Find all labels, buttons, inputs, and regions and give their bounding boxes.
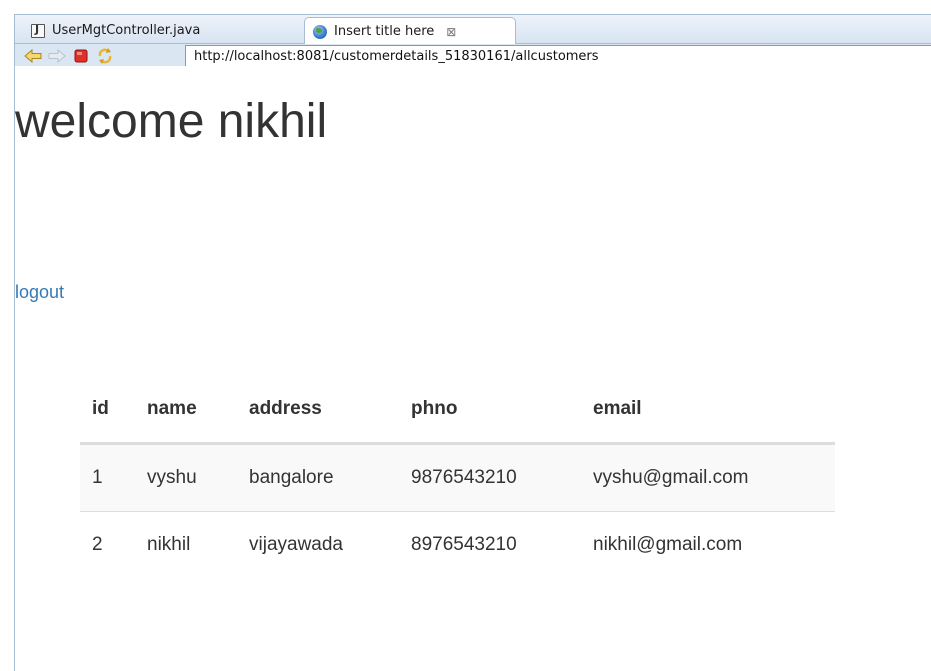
globe-icon: [313, 24, 327, 39]
browser-toolbar: [15, 44, 931, 67]
browser-window: UserMgtController.java Insert title here…: [0, 0, 931, 671]
table-header-row: id name address phno email: [80, 376, 835, 445]
column-header-id: id: [80, 376, 135, 445]
editor-tab-bar: UserMgtController.java Insert title here…: [14, 14, 931, 67]
page-content: welcome nikhil logout id name address ph…: [15, 66, 931, 671]
cell-address: vijayawada: [237, 511, 399, 578]
table-row: 1 vyshu bangalore 9876543210 vyshu@gmail…: [80, 443, 835, 512]
customer-table: id name address phno email 1 vyshu banga…: [80, 376, 835, 578]
close-icon[interactable]: ⊠: [446, 25, 456, 39]
column-header-email: email: [581, 376, 835, 445]
page-title: welcome nikhil: [15, 95, 328, 148]
cell-email: nikhil@gmail.com: [581, 511, 835, 578]
logout-link[interactable]: logout: [15, 282, 64, 303]
tab-label: UserMgtController.java: [52, 23, 201, 38]
refresh-icon[interactable]: [95, 46, 115, 66]
table-row: 2 nikhil vijayawada 8976543210 nikhil@gm…: [80, 511, 835, 578]
tab-insert-title[interactable]: Insert title here ⊠: [304, 17, 516, 45]
url-input[interactable]: [185, 45, 931, 67]
cell-id: 1: [80, 443, 135, 512]
column-header-name: name: [135, 376, 237, 445]
cell-phno: 8976543210: [399, 511, 581, 578]
stop-icon[interactable]: [71, 46, 91, 66]
column-header-address: address: [237, 376, 399, 445]
tab-label: Insert title here: [334, 24, 435, 39]
tab-user-mgt-controller[interactable]: UserMgtController.java: [23, 17, 303, 44]
java-file-icon: [31, 23, 45, 38]
cell-id: 2: [80, 511, 135, 578]
back-arrow-icon[interactable]: [23, 46, 43, 66]
tab-strip: UserMgtController.java Insert title here…: [15, 15, 931, 45]
cell-name: vyshu: [135, 443, 237, 512]
cell-address: bangalore: [237, 443, 399, 512]
cell-phno: 9876543210: [399, 443, 581, 512]
cell-name: nikhil: [135, 511, 237, 578]
column-header-phno: phno: [399, 376, 581, 445]
window-top-gap: [0, 0, 931, 14]
cell-email: vyshu@gmail.com: [581, 443, 835, 512]
forward-arrow-icon[interactable]: [47, 46, 67, 66]
